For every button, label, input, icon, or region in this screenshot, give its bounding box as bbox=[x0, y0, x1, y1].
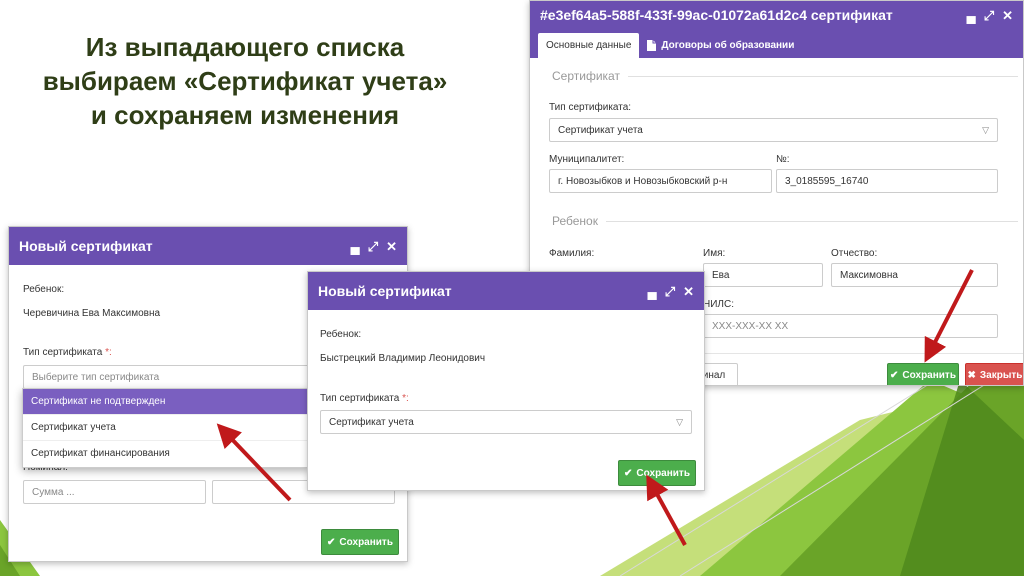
sum-input[interactable]: Сумма ... bbox=[23, 480, 206, 504]
maximize-icon[interactable]: ⤢ bbox=[984, 9, 994, 22]
check-icon: ✔ bbox=[890, 369, 899, 381]
tab-main-data[interactable]: Основные данные bbox=[538, 33, 640, 58]
certificate-type-label: Тип сертификата: bbox=[549, 102, 632, 113]
save-button[interactable]: ✔ Сохранить bbox=[321, 529, 399, 555]
dropdown-option[interactable]: Сертификат финансирования bbox=[23, 441, 309, 467]
minimize-icon[interactable]: ▄ bbox=[350, 240, 359, 253]
close-icon: ✖ bbox=[967, 369, 976, 381]
button-label: Сохранить bbox=[339, 536, 393, 548]
button-label: Сохранить bbox=[902, 369, 956, 381]
certificate-type-dropdown: Сертификат не подтвержден Сертификат уче… bbox=[22, 388, 310, 468]
dropdown-option[interactable]: Сертификат учета bbox=[23, 415, 309, 441]
certificate-type-label: Тип сертификата *: bbox=[320, 393, 409, 404]
snils-label: НИЛС: bbox=[703, 299, 734, 310]
certificate-type-select[interactable]: Сертификат учета ▽ bbox=[320, 410, 692, 434]
window-title: Новый сертификат bbox=[318, 283, 452, 299]
label-text: Тип сертификата bbox=[320, 393, 400, 404]
close-icon[interactable]: ✕ bbox=[1002, 9, 1013, 22]
check-icon: ✔ bbox=[624, 467, 633, 479]
section-child: Ребенок bbox=[538, 214, 1018, 228]
maximize-icon[interactable]: ⤢ bbox=[665, 285, 675, 298]
slide-title-line: и сохраняем изменения bbox=[90, 100, 400, 130]
patronymic-field[interactable]: Максимовна bbox=[831, 263, 998, 287]
window-title: #e3ef64a5-588f-433f-99ac-01072a61d2c4 се… bbox=[540, 7, 893, 23]
window-titlebar: #e3ef64a5-588f-433f-99ac-01072a61d2c4 се… bbox=[530, 1, 1023, 29]
button-label: инал bbox=[702, 369, 726, 381]
child-value: Черевичина Ева Максимовна bbox=[23, 308, 161, 319]
tab-label: Основные данные bbox=[546, 40, 632, 51]
close-icon[interactable]: ✕ bbox=[683, 285, 694, 298]
name-field[interactable]: Ева bbox=[703, 263, 823, 287]
field-value: Максимовна bbox=[840, 269, 898, 281]
patronymic-label: Отчество: bbox=[831, 248, 878, 259]
required-mark: *: bbox=[105, 347, 112, 358]
section-certificate: Сертификат bbox=[538, 69, 1018, 83]
child-label: Ребенок: bbox=[320, 329, 362, 340]
new-certificate-window-middle: Новый сертификат ▄ ⤢ ✕ Ребенок: Быстрецк… bbox=[307, 271, 705, 491]
chevron-down-icon: ▽ bbox=[676, 416, 683, 427]
button-label: Сохранить bbox=[636, 467, 690, 479]
snils-field[interactable]: XXX-XXX-XX XX bbox=[703, 314, 998, 338]
child-value: Быстрецкий Владимир Леонидович bbox=[320, 353, 486, 364]
tab-education-contracts[interactable]: Договоры об образовании bbox=[639, 33, 802, 58]
slide-title-line: Из выпадающего списка bbox=[85, 32, 405, 62]
minimize-icon[interactable]: ▄ bbox=[966, 9, 975, 22]
slide-title-line: выбираем «Сертификат учета» bbox=[42, 66, 448, 96]
section-title: Ребенок bbox=[552, 214, 598, 228]
save-button[interactable]: ✔ Сохранить bbox=[618, 460, 696, 486]
window-titlebar: Новый сертификат ▄ ⤢ ✕ bbox=[9, 227, 407, 265]
field-value: 3_0185595_16740 bbox=[785, 175, 869, 187]
slide-title: Из выпадающего списка выбираем «Сертифик… bbox=[20, 30, 470, 132]
child-label: Ребенок: bbox=[23, 284, 65, 295]
close-button[interactable]: ✖ Закрыть bbox=[965, 363, 1023, 385]
number-field[interactable]: 3_0185595_16740 bbox=[776, 169, 998, 193]
input-placeholder: Сумма ... bbox=[32, 486, 75, 498]
label-text: Тип сертификата bbox=[23, 347, 103, 358]
required-mark: *: bbox=[402, 393, 409, 404]
save-button[interactable]: ✔ Сохранить bbox=[887, 363, 959, 385]
dropdown-option[interactable]: Сертификат не подтвержден bbox=[23, 389, 309, 415]
name-label: Имя: bbox=[703, 248, 726, 259]
section-title: Сертификат bbox=[552, 69, 620, 83]
check-icon: ✔ bbox=[327, 536, 336, 548]
select-value: Сертификат учета bbox=[329, 416, 414, 428]
document-icon bbox=[647, 40, 657, 51]
municipality-label: Муниципалитет: bbox=[549, 154, 625, 165]
number-label: №: bbox=[776, 154, 790, 165]
field-placeholder: XXX-XXX-XX XX bbox=[712, 320, 789, 332]
certificate-type-label: Тип сертификата *: bbox=[23, 347, 112, 358]
tab-bar: Основные данные Договоры об образовании bbox=[530, 29, 1023, 58]
close-icon[interactable]: ✕ bbox=[386, 240, 397, 253]
minimize-icon[interactable]: ▄ bbox=[647, 285, 656, 298]
tab-label: Договоры об образовании bbox=[661, 40, 795, 51]
certificate-type-select[interactable]: Сертификат учета ▽ bbox=[549, 118, 998, 142]
maximize-icon[interactable]: ⤢ bbox=[368, 240, 378, 253]
chevron-down-icon: ▽ bbox=[982, 124, 989, 135]
field-value: Ева bbox=[712, 269, 730, 281]
surname-label: Фамилия: bbox=[549, 248, 595, 259]
button-label: Закрыть bbox=[979, 369, 1023, 381]
window-titlebar: Новый сертификат ▄ ⤢ ✕ bbox=[308, 272, 704, 310]
municipality-field[interactable]: г. Новозыбков и Новозыбковский р-н bbox=[549, 169, 772, 193]
select-placeholder: Выберите тип сертификата bbox=[32, 371, 160, 383]
field-value: г. Новозыбков и Новозыбковский р-н bbox=[558, 175, 728, 187]
select-value: Сертификат учета bbox=[558, 124, 643, 136]
window-title: Новый сертификат bbox=[19, 238, 153, 254]
